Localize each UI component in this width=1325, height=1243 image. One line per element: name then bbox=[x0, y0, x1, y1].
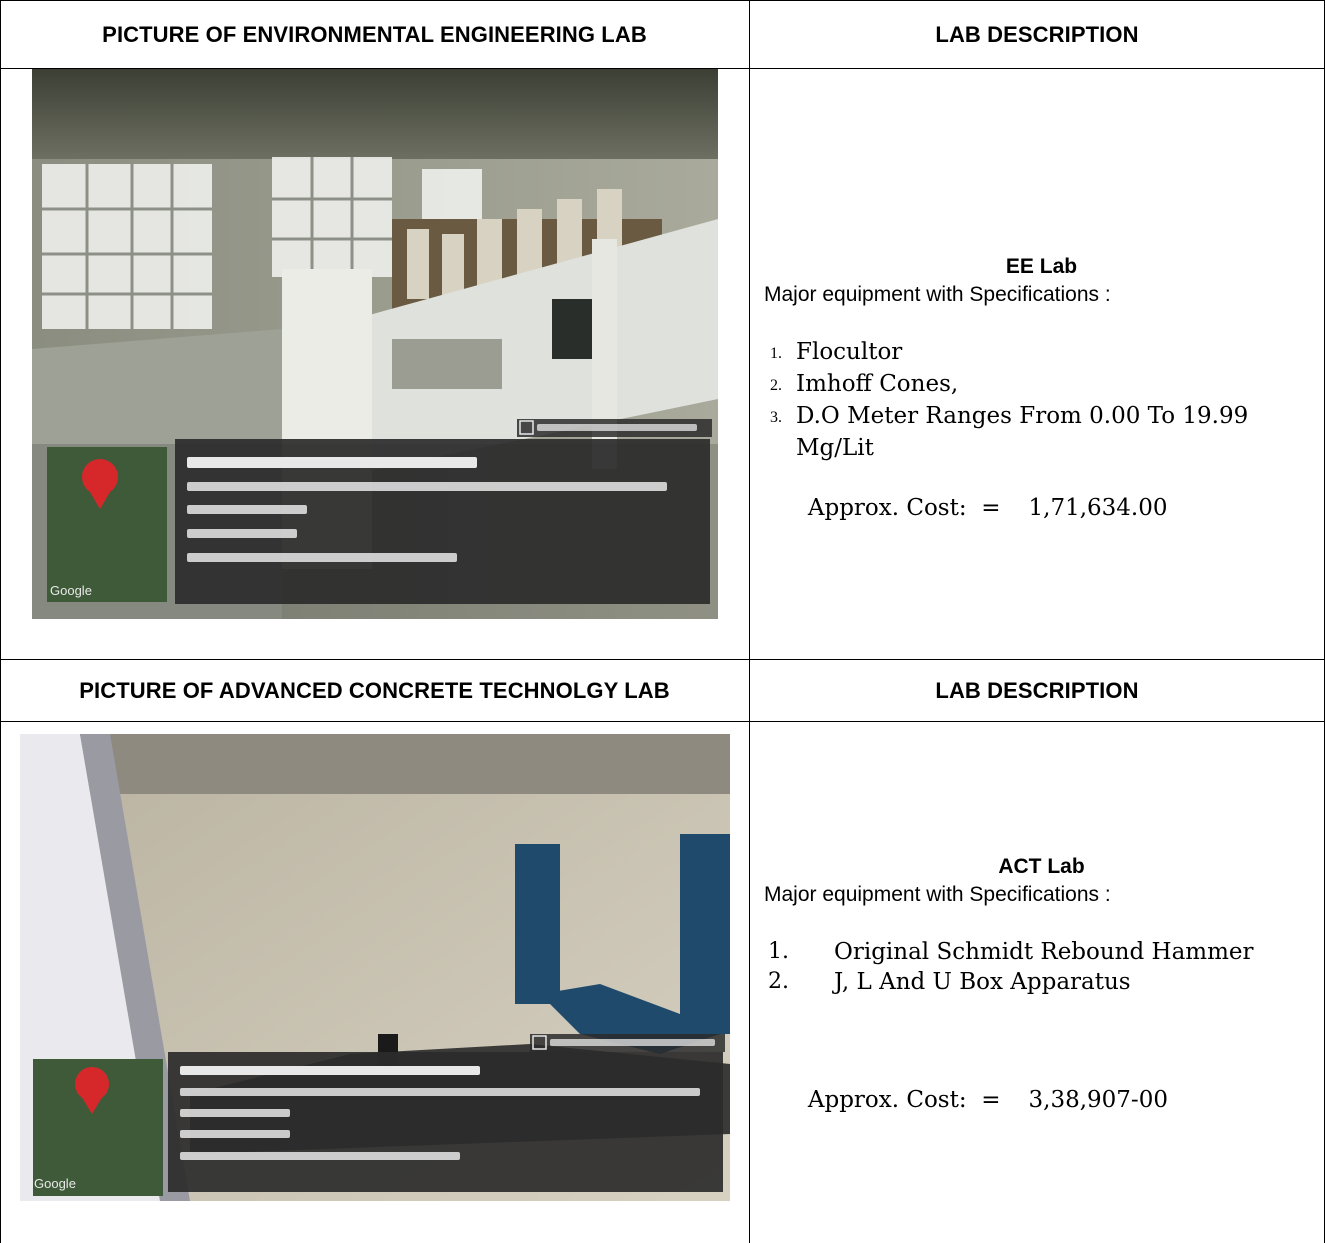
google-watermark: Google bbox=[50, 583, 92, 598]
picture-header: PICTURE OF ENVIRONMENTAL ENGINEERING LAB bbox=[0, 1, 749, 68]
list-item: 1. Flocultor bbox=[764, 337, 1319, 369]
lab-photo-environmental: Google bbox=[32, 69, 718, 619]
table-row-divider bbox=[0, 721, 1325, 722]
description-header: LAB DESCRIPTION bbox=[750, 660, 1324, 721]
equipment-list: 1. Original Schmidt Rebound Hammer 2. J, L… bbox=[764, 937, 1319, 997]
equipment-list: 1. Flocultor 2. Imhoff Cones, 3. D.O Meter … bbox=[764, 337, 1319, 463]
picture-header-text: PICTURE OF ADVANCED CONCRETE TECHNOLGY L… bbox=[79, 677, 670, 703]
lab-title: ACT Lab bbox=[998, 855, 1085, 878]
list-item-text: Imhoff Cones, bbox=[796, 371, 959, 397]
lab-subtitle: Major equipment with Specifications : bbox=[764, 883, 1111, 906]
lab-description-act: ACT Lab Major equipment with Specificati… bbox=[764, 855, 1319, 1145]
list-item-continuation: Mg/Lit bbox=[764, 433, 1319, 463]
list-item-text: Flocultor bbox=[796, 339, 903, 365]
list-item: 2. Imhoff Cones, bbox=[764, 369, 1319, 401]
google-watermark: Google bbox=[34, 1176, 76, 1191]
cost-label: Approx. Cost: = bbox=[807, 1087, 1001, 1113]
list-item-number: 2. bbox=[768, 969, 789, 994]
picture-header-text: PICTURE OF ENVIRONMENTAL ENGINEERING LAB bbox=[102, 21, 647, 47]
list-item-number: 1. bbox=[768, 939, 789, 964]
lab-title: EE Lab bbox=[1005, 255, 1078, 278]
lab-description-ee: EE Lab Major equipment with Specificatio… bbox=[764, 255, 1319, 553]
lab-photo-concrete: Google bbox=[20, 734, 730, 1201]
table-border-left bbox=[0, 0, 1, 1243]
approx-cost: Approx. Cost: = 1,71,634.00 bbox=[764, 463, 1319, 553]
list-item-text: Original Schmidt Rebound Hammer bbox=[834, 939, 1254, 965]
list-item-number: 2. bbox=[770, 377, 782, 394]
list-item-text: Mg/Lit bbox=[796, 435, 874, 461]
list-item-number: 3. bbox=[770, 409, 782, 426]
lab-table: PICTURE OF ENVIRONMENTAL ENGINEERING LAB… bbox=[0, 0, 1325, 1243]
list-item-text: J, L And U Box Apparatus bbox=[834, 969, 1131, 995]
lab-subtitle: Major equipment with Specifications : bbox=[764, 283, 1111, 306]
cost-value: 1,71,634.00 bbox=[1028, 495, 1168, 521]
description-header: LAB DESCRIPTION bbox=[750, 1, 1324, 68]
list-item-text: D.O Meter Ranges From 0.00 To 19.99 bbox=[796, 403, 1249, 429]
approx-cost: Approx. Cost: = 3,38,907-00 bbox=[764, 1055, 1319, 1145]
list-item: 3. D.O Meter Ranges From 0.00 To 19.99 bbox=[764, 401, 1319, 433]
table-column-divider bbox=[749, 0, 750, 1243]
list-item: 1. Original Schmidt Rebound Hammer bbox=[764, 937, 1319, 967]
cost-label: Approx. Cost: = bbox=[807, 495, 1001, 521]
description-header-text: LAB DESCRIPTION bbox=[935, 21, 1139, 47]
description-header-text: LAB DESCRIPTION bbox=[935, 677, 1139, 703]
picture-header: PICTURE OF ADVANCED CONCRETE TECHNOLGY L… bbox=[0, 660, 749, 721]
list-item: 2. J, L And U Box Apparatus bbox=[764, 967, 1319, 997]
list-item-number: 1. bbox=[770, 345, 782, 362]
cost-value: 3,38,907-00 bbox=[1028, 1087, 1168, 1113]
